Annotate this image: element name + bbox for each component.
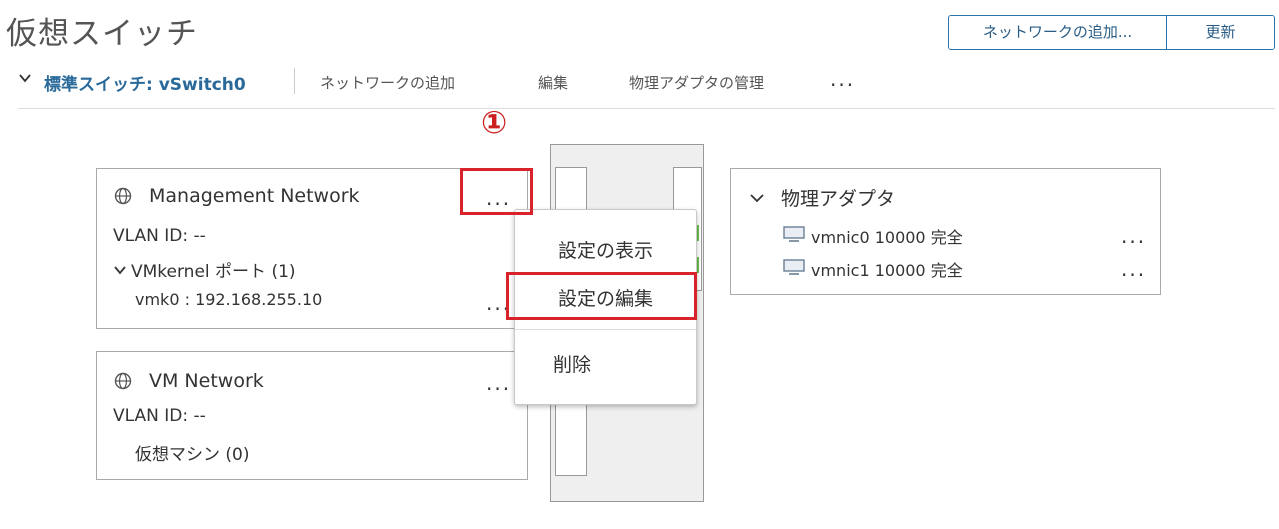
vlan-id: VLAN ID: --	[113, 406, 206, 426]
nic-monitor-icon	[783, 226, 805, 242]
portgroup-more-button[interactable]: ...	[486, 373, 511, 393]
refresh-button[interactable]: 更新	[1167, 16, 1274, 49]
toolbar-divider	[294, 68, 295, 94]
vmk-item: vmk0 : 192.168.255.10	[135, 290, 323, 309]
switch-title[interactable]: 標準スイッチ: vSwitch0	[44, 70, 246, 95]
toolbar-rule	[18, 108, 1275, 109]
toolbar-add-network-link[interactable]: ネットワークの追加	[320, 72, 455, 93]
chevron-down-icon[interactable]	[18, 71, 32, 89]
vm-section-label: 仮想マシン (0)	[135, 445, 250, 465]
toolbar-manage-adapters-link[interactable]: 物理アダプタの管理	[629, 72, 764, 93]
adapter-more-button[interactable]: ...	[1121, 226, 1146, 246]
toolbar-more-button[interactable]: ...	[830, 69, 855, 89]
adapter-more-button[interactable]: ...	[1121, 259, 1146, 279]
switch-toolbar: 標準スイッチ: vSwitch0 ネットワークの追加 編集 物理アダプタの管理 …	[18, 64, 1275, 100]
portgroup-name: VM Network	[149, 370, 264, 392]
vlan-id: VLAN ID: --	[113, 226, 206, 246]
page-title: 仮想スイッチ	[6, 16, 198, 52]
vmkernel-section-label[interactable]: VMkernel ポート (1)	[131, 257, 296, 282]
network-globe-icon	[114, 187, 132, 205]
annotation-step1: ①	[481, 105, 508, 141]
nic-monitor-icon	[783, 259, 805, 275]
network-globe-icon	[114, 372, 132, 390]
toolbar-edit-link[interactable]: 編集	[538, 72, 568, 93]
portgroup-name: Management Network	[149, 185, 360, 207]
chevron-down-icon[interactable]	[113, 262, 127, 281]
add-network-button[interactable]: ネットワークの追加...	[949, 16, 1167, 49]
physical-adapters-title: 物理アダプタ	[781, 188, 896, 210]
portgroup-card-vm-network: VM Network ... VLAN ID: -- 仮想マシン (0)	[96, 351, 528, 480]
physical-adapters-card: 物理アダプタ vmnic0 10000 完全 ... vmnic1 10000 …	[730, 168, 1161, 295]
menu-divider	[515, 329, 696, 330]
adapter-label: vmnic1 10000 完全	[811, 261, 963, 280]
adapter-label: vmnic0 10000 完全	[811, 228, 963, 247]
annotation-box-more	[460, 168, 533, 215]
annotation-box-edit	[506, 272, 697, 320]
menu-item-delete[interactable]: 削除	[515, 350, 696, 377]
chevron-down-icon[interactable]	[749, 190, 765, 210]
menu-item-view-settings[interactable]: 設定の表示	[515, 236, 696, 263]
header-button-group: ネットワークの追加... 更新	[948, 15, 1275, 50]
